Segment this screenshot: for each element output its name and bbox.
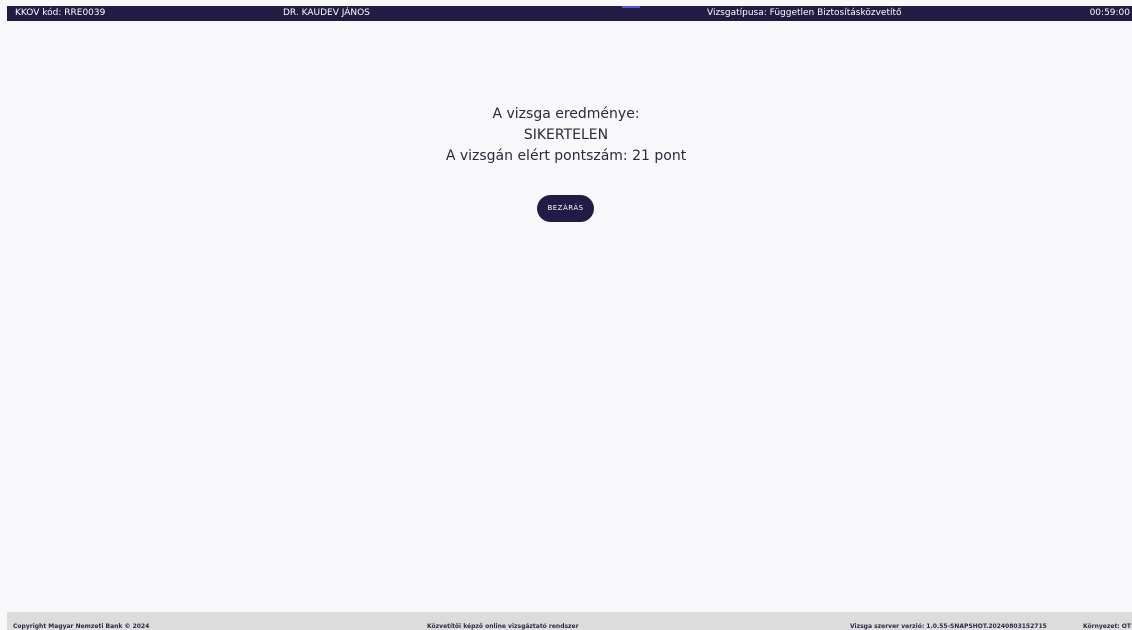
footer-server-version: Vizsga szerver verzió: 1.0.55-SNAPSHOT.2…: [850, 623, 1047, 630]
header-bar: KKOV kód: RRE0039 DR. KAUDEV JÁNOS Vizsg…: [7, 6, 1132, 21]
result-panel: A vizsga eredménye: SIKERTELEN A vizsgán…: [0, 104, 1132, 167]
exam-result-page: KKOV kód: RRE0039 DR. KAUDEV JÁNOS Vizsg…: [0, 0, 1132, 630]
footer-environment: Környezet: OT: [1083, 623, 1131, 630]
result-status: SIKERTELEN: [523, 127, 609, 143]
candidate-code: KKOV kód: RRE0039: [15, 8, 106, 18]
header-accent-line: [622, 6, 640, 8]
close-button[interactable]: BEZÁRÁS: [537, 195, 594, 222]
result-heading: A vizsga eredménye:: [492, 106, 640, 122]
exam-type: Vizsgatípusa: Független Biztosításközvet…: [707, 8, 902, 18]
footer-bar: Copyright Magyar Nemzeti Bank © 2024 Köz…: [7, 612, 1132, 630]
exam-timer: 00:59:00: [1089, 8, 1130, 18]
candidate-name: DR. KAUDEV JÁNOS: [283, 8, 370, 18]
footer-system-name: Közvetítői képző online vizsgáztató rend…: [427, 623, 579, 630]
result-score: A vizsgán elért pontszám: 21 pont: [445, 148, 687, 164]
footer-copyright: Copyright Magyar Nemzeti Bank © 2024: [13, 623, 150, 630]
